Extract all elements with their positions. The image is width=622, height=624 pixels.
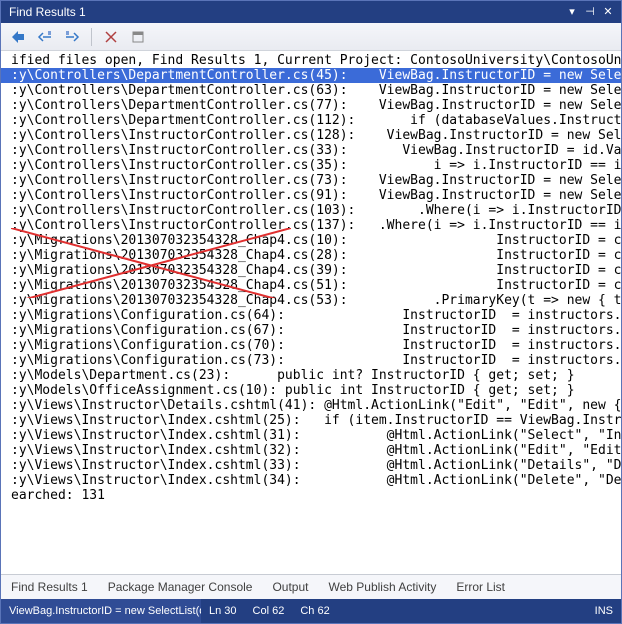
result-line[interactable]: :y\Controllers\DepartmentController.cs(7… bbox=[1, 98, 621, 113]
pin-icon[interactable]: ⊣ bbox=[581, 1, 599, 23]
result-line[interactable]: :y\Migrations\Configuration.cs(67): Inst… bbox=[1, 323, 621, 338]
result-line[interactable]: :y\Migrations\Configuration.cs(70): Inst… bbox=[1, 338, 621, 353]
result-line[interactable]: :y\Views\Instructor\Index.cshtml(34): @H… bbox=[1, 473, 621, 488]
result-line[interactable]: :y\Migrations\Configuration.cs(73): Inst… bbox=[1, 353, 621, 368]
status-ins: INS bbox=[587, 605, 621, 617]
result-line[interactable]: :y\Views\Instructor\Index.cshtml(31): @H… bbox=[1, 428, 621, 443]
result-line[interactable]: :y\Migrations\201307032354328_Chap4.cs(2… bbox=[1, 248, 621, 263]
result-line[interactable]: :y\Migrations\Configuration.cs(64): Inst… bbox=[1, 308, 621, 323]
result-line[interactable]: :y\Controllers\DepartmentController.cs(4… bbox=[1, 68, 621, 83]
result-line[interactable]: :y\Controllers\InstructorController.cs(1… bbox=[1, 218, 621, 233]
status-bar: ViewBag.InstructorID = new SelectList(db… bbox=[1, 599, 621, 623]
results-content[interactable]: ified files open, Find Results 1, Curren… bbox=[1, 51, 621, 574]
result-line[interactable]: :y\Controllers\InstructorController.cs(3… bbox=[1, 143, 621, 158]
result-line[interactable]: :y\Controllers\InstructorController.cs(7… bbox=[1, 173, 621, 188]
window-dropdown-icon[interactable]: ▾ bbox=[563, 1, 581, 23]
status-current-line: ViewBag.InstructorID = new SelectList(db… bbox=[1, 599, 201, 623]
panel-tab[interactable]: Error List bbox=[446, 575, 515, 599]
result-line[interactable]: :y\Views\Instructor\Details.cshtml(41): … bbox=[1, 398, 621, 413]
result-line[interactable]: :y\Migrations\201307032354328_Chap4.cs(5… bbox=[1, 278, 621, 293]
window-title: Find Results 1 bbox=[9, 5, 563, 19]
clear-all-button[interactable] bbox=[100, 26, 122, 48]
result-footer[interactable]: earched: 131 bbox=[1, 488, 621, 503]
panel-tab[interactable]: Web Publish Activity bbox=[319, 575, 447, 599]
panel-tabs: Find Results 1Package Manager ConsoleOut… bbox=[1, 574, 621, 599]
panel-tab[interactable]: Output bbox=[262, 575, 318, 599]
result-line[interactable]: :y\Controllers\InstructorController.cs(3… bbox=[1, 158, 621, 173]
result-line[interactable]: :y\Controllers\InstructorController.cs(9… bbox=[1, 188, 621, 203]
result-line[interactable]: :y\Views\Instructor\Index.cshtml(33): @H… bbox=[1, 458, 621, 473]
go-to-prev-button[interactable] bbox=[34, 26, 56, 48]
toolbar bbox=[1, 23, 621, 51]
result-line[interactable]: :y\Controllers\DepartmentController.cs(1… bbox=[1, 113, 621, 128]
result-line[interactable]: :y\Views\Instructor\Index.cshtml(25): if… bbox=[1, 413, 621, 428]
result-line[interactable]: :y\Models\OfficeAssignment.cs(10): publi… bbox=[1, 383, 621, 398]
stop-find-button[interactable] bbox=[127, 26, 149, 48]
status-col: Col 62 bbox=[245, 605, 293, 617]
panel-tab[interactable]: Package Manager Console bbox=[98, 575, 263, 599]
close-icon[interactable]: ✕ bbox=[599, 1, 617, 23]
result-header[interactable]: ified files open, Find Results 1, Curren… bbox=[1, 53, 621, 68]
titlebar: Find Results 1 ▾ ⊣ ✕ bbox=[1, 1, 621, 23]
panel-tab[interactable]: Find Results 1 bbox=[1, 575, 98, 599]
result-line[interactable]: :y\Views\Instructor\Index.cshtml(32): @H… bbox=[1, 443, 621, 458]
go-to-location-button[interactable] bbox=[7, 26, 29, 48]
toolbar-separator bbox=[91, 28, 92, 46]
result-line[interactable]: :y\Controllers\InstructorController.cs(1… bbox=[1, 203, 621, 218]
status-line: Ln 30 bbox=[201, 605, 245, 617]
status-ch: Ch 62 bbox=[292, 605, 337, 617]
result-line[interactable]: :y\Controllers\DepartmentController.cs(6… bbox=[1, 83, 621, 98]
result-line[interactable]: :y\Models\Department.cs(23): public int?… bbox=[1, 368, 621, 383]
result-line[interactable]: :y\Controllers\InstructorController.cs(1… bbox=[1, 128, 621, 143]
go-to-next-button[interactable] bbox=[61, 26, 83, 48]
result-line[interactable]: :y\Migrations\201307032354328_Chap4.cs(1… bbox=[1, 233, 621, 248]
result-line[interactable]: :y\Migrations\201307032354328_Chap4.cs(5… bbox=[1, 293, 621, 308]
result-line[interactable]: :y\Migrations\201307032354328_Chap4.cs(3… bbox=[1, 263, 621, 278]
